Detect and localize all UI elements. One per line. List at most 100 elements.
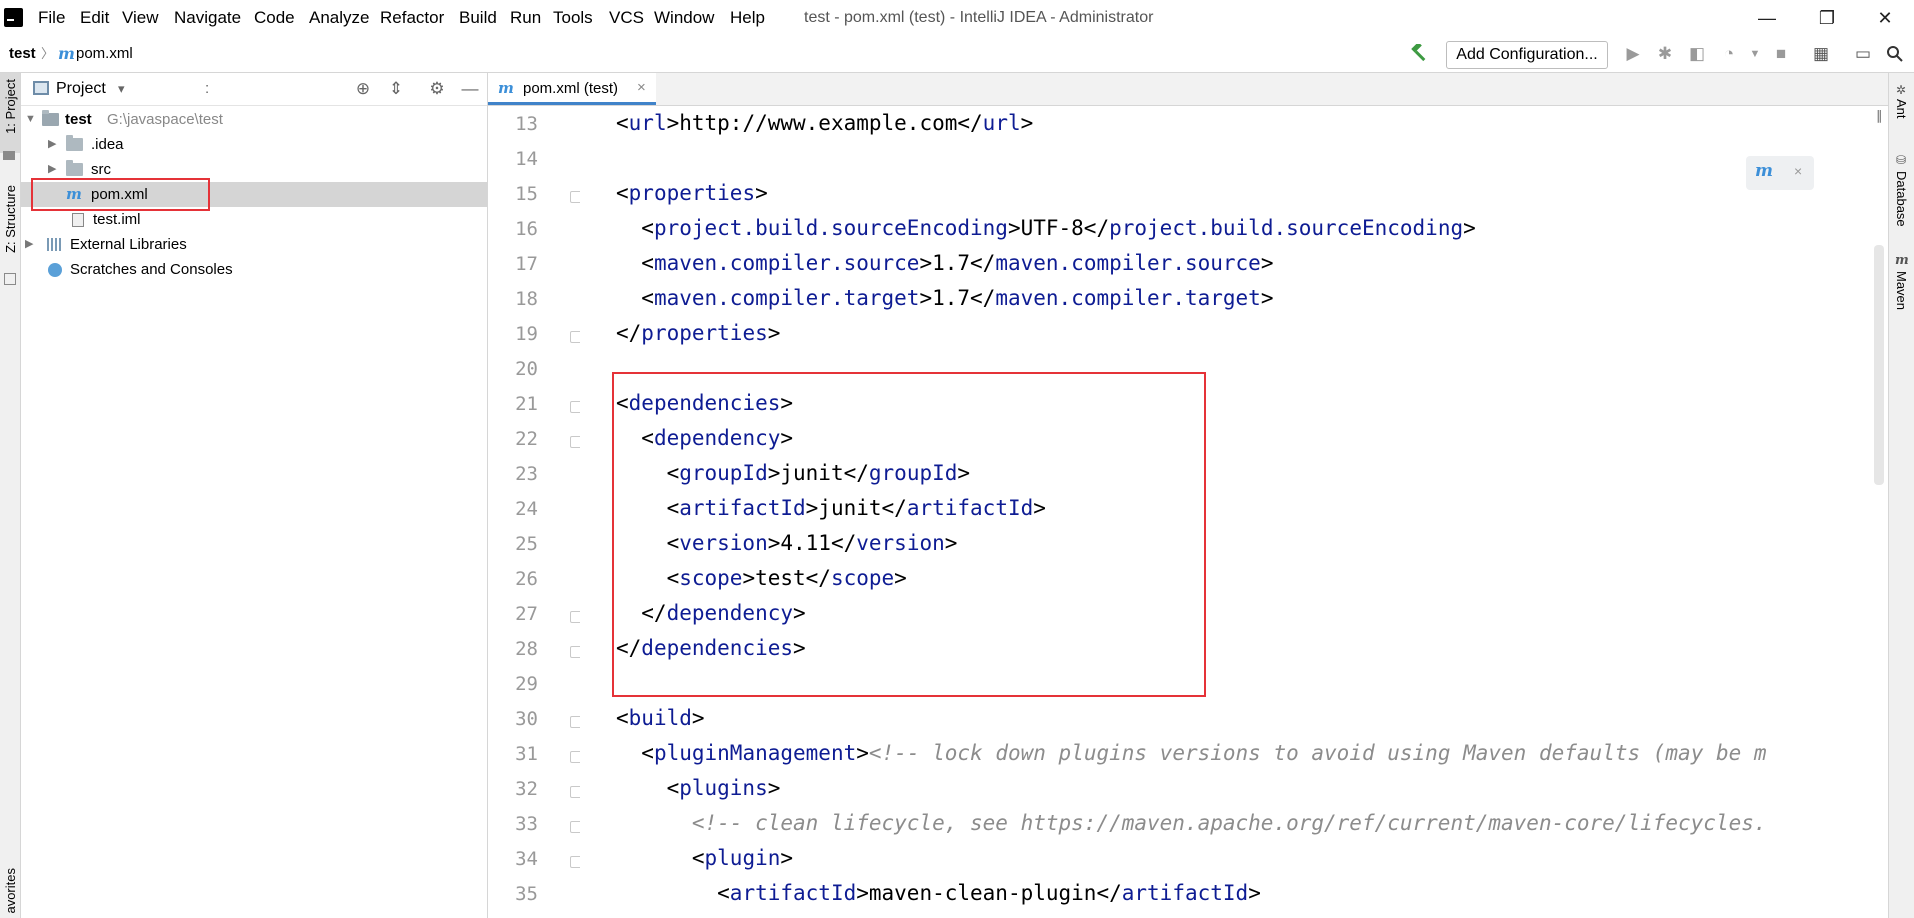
project-panel: Project ▾ : ⊕ ⇕ ⚙ — ▼ test G:\javaspace\… [21, 73, 488, 918]
maven-reload-popup: m × [1746, 156, 1814, 190]
code-line: <plugins> [616, 776, 781, 800]
line-number: 18 [515, 288, 538, 310]
menu-vcs[interactable]: VCS [609, 0, 644, 36]
title-bar: File Edit View Navigate Code Analyze Ref… [0, 0, 1914, 36]
debug-icon[interactable]: ✱ [1654, 43, 1676, 65]
menu-refactor[interactable]: Refactor [380, 0, 444, 36]
add-configuration-button[interactable]: Add Configuration... [1446, 41, 1608, 69]
tree-item-idea[interactable]: ▶ .idea [21, 132, 487, 157]
window-title: test - pom.xml (test) - IntelliJ IDEA - … [804, 9, 1154, 26]
hide-panel-icon[interactable]: — [459, 78, 481, 100]
line-number: 13 [515, 113, 538, 135]
line-number: 34 [515, 848, 538, 870]
line-number: 31 [515, 743, 538, 765]
maven-icon: m [1895, 253, 1909, 268]
search-icon[interactable] [1884, 43, 1906, 65]
breadcrumb-project[interactable]: test [9, 36, 36, 72]
database-tool-tab[interactable]: Database [1894, 171, 1909, 227]
menu-analyze[interactable]: Analyze [309, 0, 369, 36]
project-panel-title[interactable]: Project [56, 73, 106, 105]
line-number: 26 [515, 568, 538, 590]
locate-file-icon[interactable]: ⊕ [352, 78, 374, 100]
run-icon[interactable]: ▶ [1622, 43, 1644, 65]
code-line: <project.build.sourceEncoding>UTF-8</pro… [616, 216, 1476, 240]
expanded-arrow-icon[interactable]: ▼ [25, 107, 36, 132]
editor-scrollbar-thumb[interactable] [1874, 245, 1884, 485]
stop-icon[interactable]: ■ [1770, 43, 1792, 65]
code-line: <pluginManagement><!-- lock down plugins… [616, 741, 1767, 765]
code-line: <plugin> [616, 846, 794, 870]
tab-close-icon[interactable]: × [637, 73, 646, 103]
project-structure-icon[interactable]: ▦ [1810, 43, 1832, 65]
menu-file[interactable]: File [38, 0, 65, 36]
menu-navigate[interactable]: Navigate [174, 0, 241, 36]
line-number: 15 [515, 183, 538, 205]
tab-pom-xml[interactable]: m pom.xml (test) × [488, 73, 656, 105]
menu-view[interactable]: View [122, 0, 159, 36]
libraries-icon [47, 238, 63, 251]
menu-build[interactable]: Build [459, 0, 497, 36]
line-number: 23 [515, 463, 538, 485]
coverage-icon[interactable]: ◧ [1686, 43, 1708, 65]
database-icon: ⛁ [1896, 153, 1907, 167]
menu-tools[interactable]: Tools [553, 0, 593, 36]
project-tool-tab[interactable]: 1: Project [3, 79, 18, 134]
maven-reload-icon[interactable]: m [1755, 161, 1773, 181]
left-tool-strip: 1: Project Z: Structure avorites [0, 73, 21, 918]
minimize-button[interactable]: — [1744, 0, 1790, 36]
line-number: 17 [515, 253, 538, 275]
folder-icon [66, 160, 83, 176]
iml-file-icon [72, 213, 84, 227]
restore-button[interactable]: ❐ [1804, 0, 1850, 36]
tree-item-label: test [65, 111, 92, 128]
collapse-all-icon[interactable]: ⇕ [385, 78, 407, 100]
maven-file-icon: m [58, 44, 75, 63]
ant-tool-tab[interactable]: Ant [1894, 99, 1909, 119]
tree-item-test-root[interactable]: ▼ test G:\javaspace\test [21, 107, 487, 132]
tree-item-label: .idea [91, 136, 124, 153]
folder-icon [3, 151, 15, 160]
breadcrumb-separator: 〉 [41, 46, 55, 61]
structure-tool-tab[interactable]: Z: Structure [3, 185, 18, 253]
menu-code[interactable]: Code [254, 0, 295, 36]
menu-window[interactable]: Window [654, 0, 714, 36]
presentation-icon[interactable]: ▭ [1852, 43, 1874, 65]
line-number: 33 [515, 813, 538, 835]
maven-tool-tab[interactable]: Maven [1894, 271, 1909, 310]
editor-gutter: 13 14 15 16 17 18 19 20 21 22 23 24 25 26 27 28 29 30 31 32… [488, 106, 582, 918]
popup-close-icon[interactable]: × [1794, 163, 1802, 179]
structure-icon [4, 273, 16, 285]
code-line: <maven.compiler.target>1.7</maven.compil… [616, 286, 1274, 310]
favorites-tool-tab[interactable]: avorites [3, 868, 18, 914]
folder-icon [66, 135, 83, 151]
line-number: 29 [515, 673, 538, 695]
navigation-bar: test 〉 m pom.xml Add Configuration... ▶ … [0, 36, 1914, 73]
build-hammer-icon[interactable] [1408, 43, 1430, 65]
ant-icon: ✲ [1896, 83, 1907, 97]
scratches-icon [48, 263, 62, 277]
tree-item-label: External Libraries [70, 236, 187, 253]
project-view-dropdown[interactable]: ▾ [118, 73, 125, 105]
code-line: <url>http://www.example.com</url> [616, 111, 1034, 135]
line-number: 25 [515, 533, 538, 555]
breadcrumb-file[interactable]: pom.xml [76, 36, 133, 72]
module-folder-icon [42, 110, 59, 126]
profile-icon[interactable]: ◔ [1718, 43, 1740, 65]
close-window-button[interactable]: ✕ [1862, 0, 1908, 36]
tree-item-label: Scratches and Consoles [70, 261, 233, 278]
line-number: 32 [515, 778, 538, 800]
intellij-logo-icon[interactable] [1, 5, 26, 30]
collapsed-arrow-icon[interactable]: ▶ [48, 132, 56, 157]
profile-dropdown-icon[interactable]: ▼ [1744, 43, 1766, 65]
line-number: 19 [515, 323, 538, 345]
menu-help[interactable]: Help [730, 0, 765, 36]
tree-item-external-libraries[interactable]: ▶ External Libraries [21, 232, 487, 257]
pom-highlight-box [31, 178, 210, 211]
code-line: <build> [616, 706, 705, 730]
tree-item-scratches[interactable]: Scratches and Consoles [21, 257, 487, 282]
settings-gear-icon[interactable]: ⚙ [426, 78, 448, 100]
inspection-status-icon[interactable]: ∥ [1876, 108, 1883, 124]
menu-run[interactable]: Run [510, 0, 541, 36]
menu-edit[interactable]: Edit [80, 0, 109, 36]
collapsed-arrow-icon[interactable]: ▶ [25, 232, 33, 257]
